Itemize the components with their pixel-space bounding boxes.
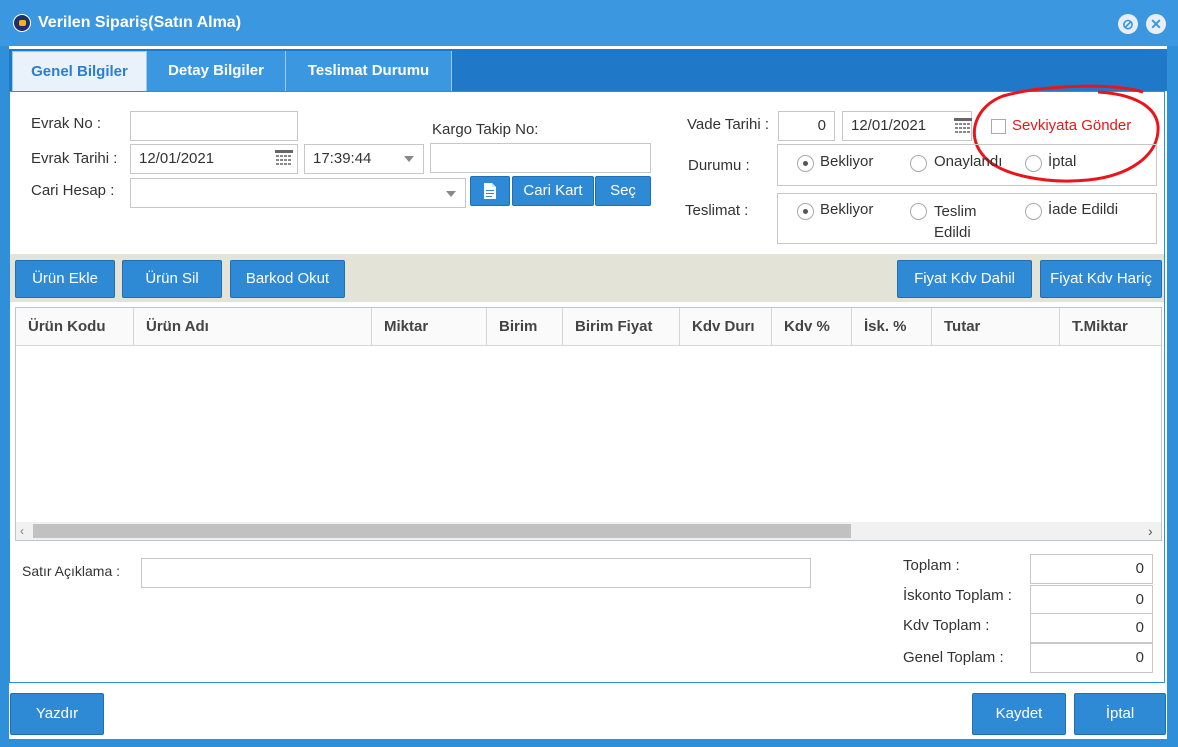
col-kdv-durumu[interactable]: Kdv Durı bbox=[680, 308, 772, 345]
kdv-toplam-value[interactable]: 0 bbox=[1030, 613, 1153, 643]
iskonto-toplam-value[interactable]: 0 bbox=[1030, 585, 1153, 615]
product-grid[interactable]: Ürün Kodu Ürün Adı Miktar Birim Birim Fi… bbox=[15, 307, 1162, 541]
iptal-button[interactable]: İptal bbox=[1074, 693, 1166, 735]
vade-tarihi-label: Vade Tarihi : bbox=[687, 116, 769, 133]
col-birim[interactable]: Birim bbox=[487, 308, 563, 345]
barkod-okut-button[interactable]: Barkod Okut bbox=[230, 260, 345, 298]
genel-toplam-label: Genel Toplam : bbox=[903, 649, 1004, 666]
satir-aciklama-label: Satır Açıklama : bbox=[22, 563, 121, 579]
time-value: 17:39:44 bbox=[313, 150, 372, 167]
document-icon bbox=[484, 183, 496, 199]
evrak-tarihi-input[interactable]: 12/01/2021 bbox=[130, 144, 298, 174]
chevron-down-icon[interactable] bbox=[404, 156, 414, 162]
evrak-no-input[interactable] bbox=[130, 111, 298, 141]
fiyat-kdv-haric-button[interactable]: Fiyat Kdv Hariç bbox=[1040, 260, 1162, 298]
calendar-icon[interactable] bbox=[275, 150, 293, 166]
teslimat-radio-teslim-edildi[interactable] bbox=[910, 203, 927, 220]
vade-date-value: 12/01/2021 bbox=[851, 117, 927, 134]
scroll-left-icon[interactable]: ‹ bbox=[20, 522, 24, 540]
durumu-radio-bekliyor[interactable] bbox=[797, 155, 814, 172]
col-urun-adi[interactable]: Ürün Adı bbox=[134, 308, 372, 345]
col-urun-kodu[interactable]: Ürün Kodu bbox=[16, 308, 134, 345]
teslimat-label: Teslimat : bbox=[685, 202, 749, 219]
kdv-toplam-label: Kdv Toplam : bbox=[903, 617, 990, 634]
horizontal-scrollbar[interactable]: ‹ › bbox=[16, 522, 1161, 540]
evrak-tarihi-label: Evrak Tarihi : bbox=[31, 150, 118, 167]
evrak-tarihi-value: 12/01/2021 bbox=[139, 150, 215, 167]
teslimat-teslim-edildi-label: Teslim Edildi bbox=[934, 203, 977, 241]
durumu-bekliyor-label: Bekliyor bbox=[820, 153, 874, 170]
sec-button[interactable]: Seç bbox=[595, 176, 651, 206]
col-t-miktar[interactable]: T.Miktar bbox=[1060, 308, 1161, 345]
col-birim-fiyat[interactable]: Birim Fiyat bbox=[563, 308, 680, 345]
close-icon[interactable]: ✕ bbox=[1146, 14, 1166, 34]
iskonto-toplam-label: İskonto Toplam : bbox=[903, 587, 1012, 604]
grid-header: Ürün Kodu Ürün Adı Miktar Birim Birim Fi… bbox=[16, 308, 1161, 346]
cari-hesap-label: Cari Hesap : bbox=[31, 182, 115, 199]
durumu-radio-iptal[interactable] bbox=[1025, 155, 1042, 172]
col-miktar[interactable]: Miktar bbox=[372, 308, 487, 345]
durumu-radio-onaylandi[interactable] bbox=[910, 155, 927, 172]
minimize-icon[interactable]: ⊘ bbox=[1118, 14, 1138, 34]
scroll-right-icon[interactable]: › bbox=[1148, 522, 1153, 540]
toplam-value[interactable]: 0 bbox=[1030, 554, 1153, 584]
document-button[interactable] bbox=[470, 176, 510, 206]
kaydet-button[interactable]: Kaydet bbox=[972, 693, 1066, 735]
col-kdv-yuzde[interactable]: Kdv % bbox=[772, 308, 852, 345]
genel-toplam-value[interactable]: 0 bbox=[1030, 643, 1153, 673]
teslimat-radio-bekliyor[interactable] bbox=[797, 203, 814, 220]
window-title: Verilen Sipariş(Satın Alma) bbox=[38, 14, 242, 31]
urun-ekle-button[interactable]: Ürün Ekle bbox=[15, 260, 115, 298]
col-tutar[interactable]: Tutar bbox=[932, 308, 1060, 345]
chevron-down-icon[interactable] bbox=[446, 191, 456, 197]
tab-genel-bilgiler[interactable]: Genel Bilgiler bbox=[12, 51, 147, 91]
durumu-onaylandi-label: Onaylandı bbox=[934, 153, 1003, 170]
tab-teslimat-durumu[interactable]: Teslimat Durumu bbox=[286, 51, 452, 91]
kargo-takip-input[interactable] bbox=[430, 143, 651, 173]
evrak-no-label: Evrak No : bbox=[31, 115, 102, 132]
col-isk-yuzde[interactable]: İsk. % bbox=[852, 308, 932, 345]
tab-detay-bilgiler[interactable]: Detay Bilgiler bbox=[147, 51, 286, 91]
durumu-label: Durumu : bbox=[688, 157, 750, 174]
cari-hesap-select[interactable] bbox=[130, 178, 466, 208]
cari-kart-button[interactable]: Cari Kart bbox=[512, 176, 594, 206]
vade-date-input[interactable]: 12/01/2021 bbox=[842, 111, 972, 141]
durumu-iptal-label: İptal bbox=[1048, 153, 1077, 170]
yazdir-button[interactable]: Yazdır bbox=[10, 693, 104, 735]
scrollbar-thumb[interactable] bbox=[33, 524, 851, 538]
toplam-label: Toplam : bbox=[903, 557, 960, 574]
teslimat-iade-edildi-label: İade Edildi bbox=[1048, 201, 1119, 218]
satir-aciklama-input[interactable] bbox=[141, 558, 811, 588]
kargo-takip-label: Kargo Takip No: bbox=[432, 121, 539, 138]
urun-sil-button[interactable]: Ürün Sil bbox=[122, 260, 222, 298]
teslimat-radio-iade-edildi[interactable] bbox=[1025, 203, 1042, 220]
fiyat-kdv-dahil-button[interactable]: Fiyat Kdv Dahil bbox=[897, 260, 1032, 298]
app-logo-icon bbox=[13, 14, 31, 32]
vade-days-input[interactable]: 0 bbox=[778, 111, 835, 141]
teslimat-bekliyor-label: Bekliyor bbox=[820, 201, 874, 218]
